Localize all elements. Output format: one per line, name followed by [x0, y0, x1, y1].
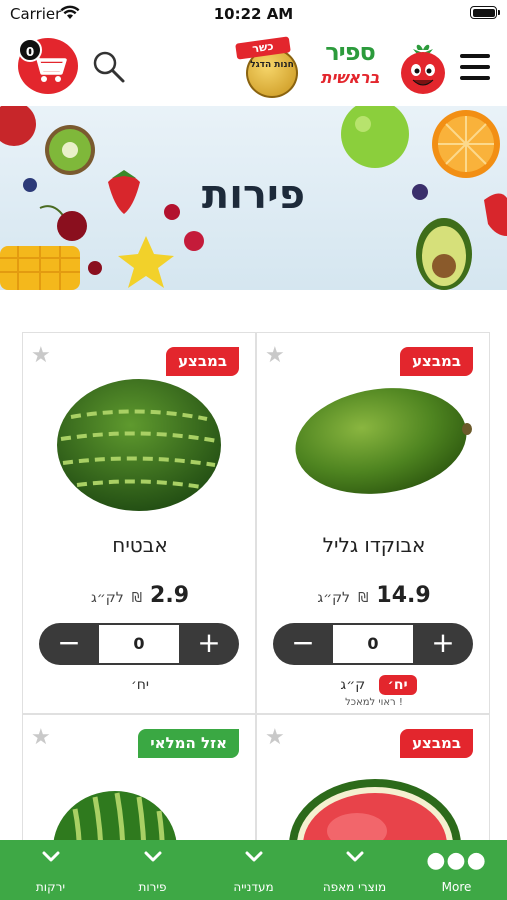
cart-count-badge: 0 — [18, 38, 42, 62]
brand-logo[interactable]: ספיר בראשית — [306, 38, 394, 94]
status-bar: Carrier 10:22 AM — [0, 0, 507, 28]
price-unit: לק״ג — [90, 590, 124, 606]
search-button[interactable] — [92, 50, 126, 84]
increase-button[interactable]: + — [413, 623, 473, 665]
nav-label: ירקות — [35, 880, 66, 894]
tomato-mascot-icon — [401, 44, 445, 94]
quantity-value[interactable]: 0 — [99, 625, 179, 663]
brand-tagline: בראשית — [320, 68, 380, 87]
product-image-watermelon — [57, 379, 221, 511]
quantity-stepper: − 0 + — [273, 623, 473, 665]
decrease-button[interactable]: − — [273, 623, 333, 665]
product-price: 14.9 — [376, 583, 431, 608]
quantity-value[interactable]: 0 — [333, 625, 413, 663]
more-dots-icon: ●●● — [426, 848, 487, 873]
quantity-stepper: − 0 + — [39, 623, 239, 665]
app-header: 0 כשר חנות הדגל ספיר בראשית — [0, 28, 507, 106]
category-title: פירות — [201, 172, 306, 218]
favorite-star-icon[interactable]: ★ — [265, 725, 285, 750]
nav-label: מעדנייה — [233, 880, 274, 894]
nav-label: More — [441, 880, 472, 894]
product-card[interactable]: ★ במבצע אבוקדו גליל 14.9 ₪ לק״ג − 0 + ק״… — [256, 332, 490, 714]
currency-symbol: ₪ — [358, 591, 369, 606]
chevron-down-icon — [203, 848, 304, 867]
kosher-seal-logo: כשר חנות הדגל — [232, 36, 302, 98]
unit-option-unit[interactable]: יח׳ — [122, 675, 158, 695]
bottom-navigation: ●●● More מוצרי מאפה מעדנייה פירות ירקות — [0, 840, 507, 900]
product-card[interactable]: ★ במבצע אבטיח 2.9 ₪ לק״ג − 0 + יח׳ — [22, 332, 256, 714]
nav-bakery[interactable]: מוצרי מאפה — [304, 840, 405, 900]
chevron-down-icon — [304, 848, 405, 867]
favorite-star-icon[interactable]: ★ — [31, 343, 51, 368]
nav-fruits[interactable]: פירות — [102, 840, 203, 900]
unit-option-unit[interactable]: יח׳ — [378, 675, 417, 695]
increase-button[interactable]: + — [179, 623, 239, 665]
nav-label: מוצרי מאפה — [322, 880, 387, 894]
chevron-down-icon — [102, 848, 203, 867]
battery-icon — [470, 6, 500, 19]
category-banner: פירות — [0, 106, 507, 290]
unit-selector: יח׳ — [23, 675, 257, 695]
price-unit: לק״ג — [317, 590, 350, 606]
brand-name: ספיר — [325, 38, 376, 66]
favorite-star-icon[interactable]: ★ — [31, 725, 51, 750]
status-time: 10:22 AM — [213, 5, 294, 23]
price-row: 14.9 ₪ לק״ג — [257, 583, 491, 608]
currency-symbol: ₪ — [131, 591, 142, 606]
product-name: אבטיח — [112, 533, 168, 557]
nav-vegetables[interactable]: ירקות — [0, 840, 101, 900]
price-row: 2.9 ₪ לק״ג — [23, 583, 257, 608]
product-image-avocado — [295, 388, 472, 494]
nav-deli[interactable]: מעדנייה — [203, 840, 304, 900]
decrease-button[interactable]: − — [39, 623, 99, 665]
unit-option-kg[interactable]: ק״ג — [331, 675, 374, 695]
hamburger-menu-button[interactable] — [460, 54, 490, 80]
favorite-star-icon[interactable]: ★ — [265, 343, 285, 368]
search-icon — [93, 51, 125, 83]
unit-selector: ק״ג יח׳ — [257, 675, 491, 695]
seal-text: חנות הדגל — [250, 60, 294, 70]
nav-label: פירות — [138, 880, 167, 894]
nav-more[interactable]: ●●● More — [406, 840, 507, 900]
menu-icon — [460, 54, 490, 58]
product-name: אבוקדו גליל — [322, 533, 426, 557]
grid-spacer — [0, 290, 507, 332]
product-price: 2.9 — [150, 583, 190, 608]
chevron-down-icon — [0, 848, 101, 867]
ripeness-note: ראוי למאכל ! — [345, 697, 403, 708]
